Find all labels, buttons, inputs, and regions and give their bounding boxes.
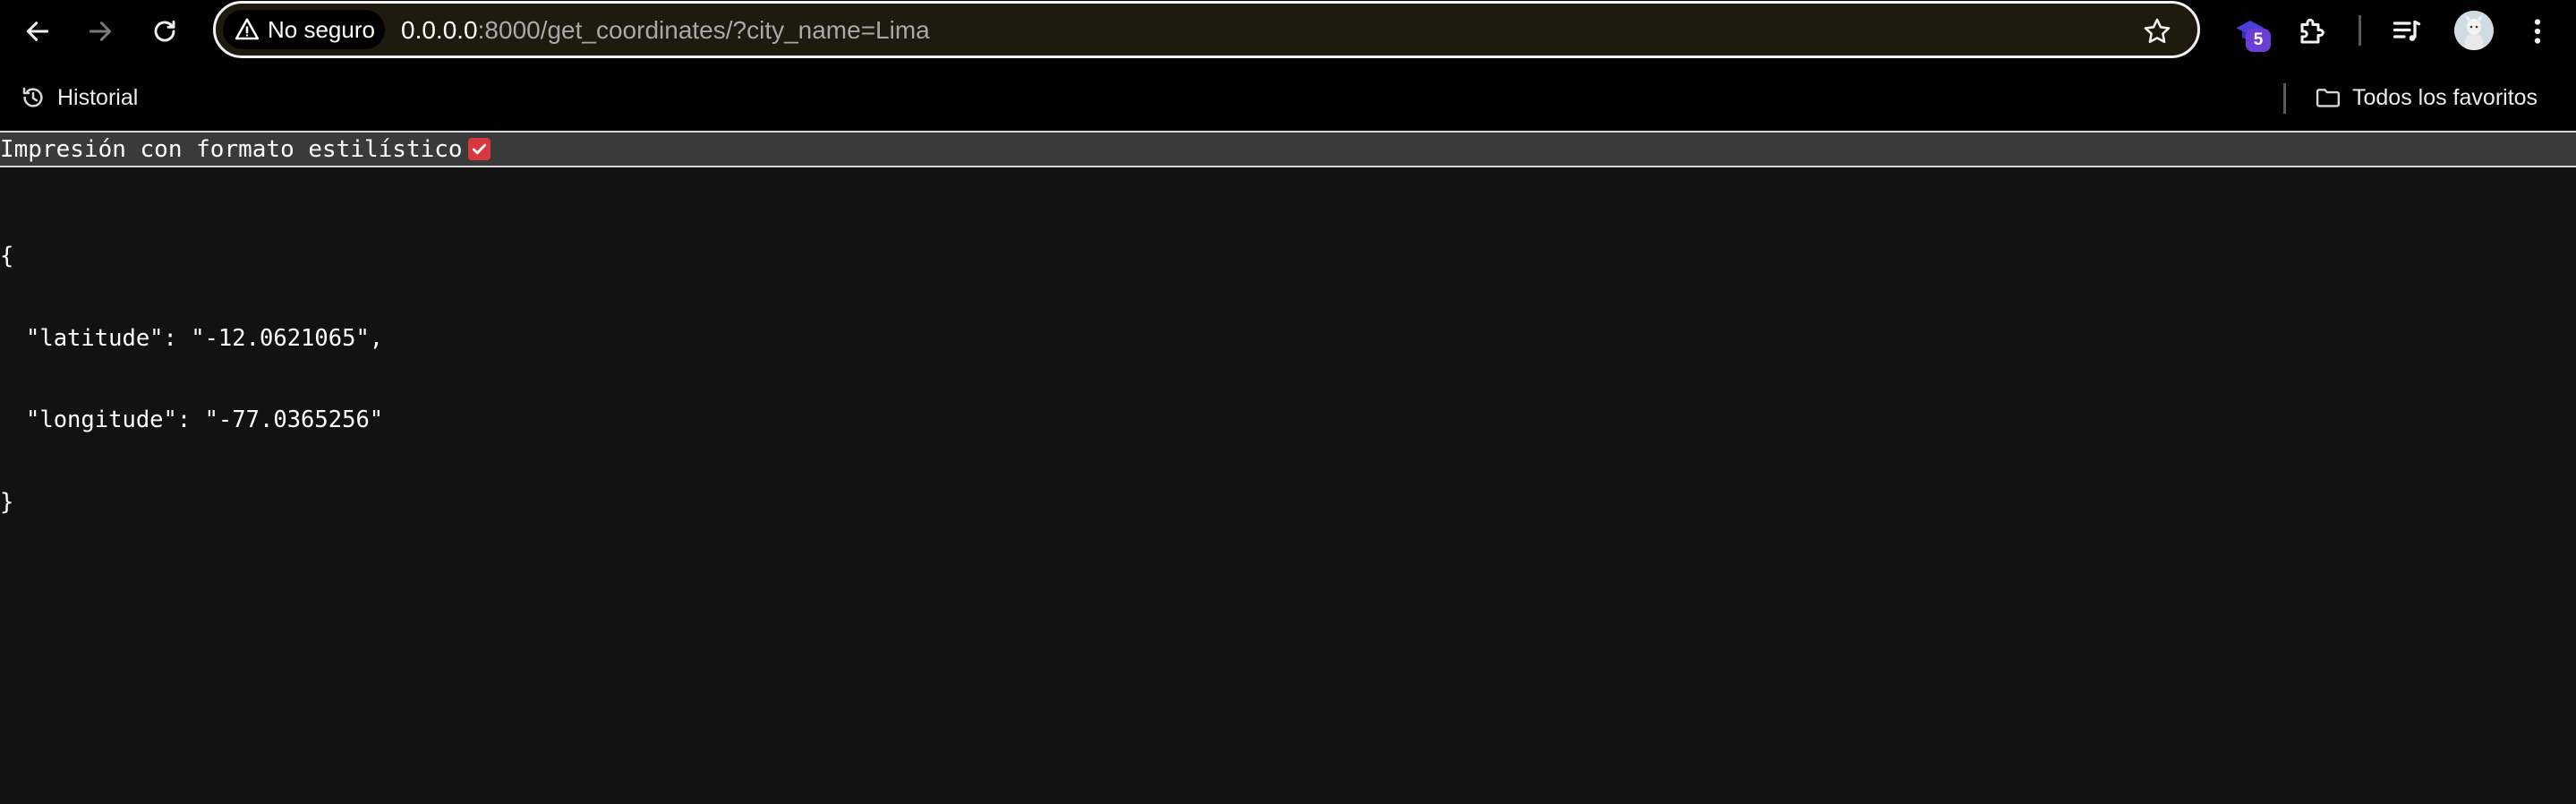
bookmark-all-favorites-label: Todos los favoritos: [2352, 84, 2538, 110]
folder-icon: [2316, 89, 2341, 107]
avatar-icon: [2454, 11, 2494, 50]
back-button[interactable]: [13, 6, 63, 56]
bookmark-history-label: Historial: [57, 84, 139, 110]
pretty-print-bar: Impresión con formato estilístico: [0, 131, 2576, 167]
forward-button[interactable]: [75, 6, 125, 56]
bookmarks-bar: Historial Todos los favoritos: [0, 63, 2576, 131]
media-controls-button[interactable]: [2385, 10, 2428, 53]
toolbar-divider: [2358, 15, 2361, 46]
checkmark-icon: [472, 143, 486, 155]
media-playlist-icon: [2393, 20, 2421, 41]
pretty-print-label: Impresión con formato estilístico: [0, 135, 463, 163]
security-chip[interactable]: No seguro: [223, 10, 385, 49]
warning-triangle-icon: [235, 18, 260, 40]
browser-toolbar: No seguro 0.0.0.0:8000/get_coordinates/?…: [0, 0, 2576, 63]
url-host: 0.0.0.0: [401, 16, 478, 44]
json-close-brace: }: [0, 488, 14, 516]
reload-button[interactable]: [140, 6, 190, 56]
history-icon: [22, 87, 43, 107]
bookmark-all-favorites[interactable]: Todos los favoritos: [2315, 81, 2538, 114]
json-longitude-line: "longitude": "-77.0365256": [26, 406, 384, 433]
address-bar[interactable]: No seguro 0.0.0.0:8000/get_coordinates/?…: [213, 1, 2200, 58]
extensions-menu-button[interactable]: [2291, 10, 2334, 53]
json-response: { "latitude": "-12.0621065", "longitude"…: [0, 188, 383, 543]
extension-badge: 5: [2246, 29, 2271, 52]
json-latitude-line: "latitude": "-12.0621065",: [26, 324, 384, 352]
bookmark-star-button[interactable]: [2140, 14, 2174, 48]
bookmarks-divider: [2283, 83, 2286, 114]
browser-menu-button[interactable]: [2516, 10, 2559, 53]
bookmark-history[interactable]: Historial: [20, 81, 138, 114]
arrow-left-icon: [26, 21, 49, 41]
security-label: No seguro: [268, 15, 375, 43]
arrow-right-icon: [89, 21, 112, 41]
reload-icon: [154, 20, 175, 42]
puzzle-icon: [2300, 18, 2324, 44]
star-icon: [2144, 18, 2171, 44]
json-open-brace: {: [0, 243, 14, 269]
url-text[interactable]: 0.0.0.0:8000/get_coordinates/?city_name=…: [401, 15, 930, 46]
kebab-menu-icon: [2534, 19, 2541, 44]
url-path: :8000/get_coordinates/?city_name=Lima: [477, 16, 930, 44]
pretty-print-checkbox[interactable]: [467, 138, 490, 160]
profile-avatar[interactable]: [2454, 11, 2494, 50]
